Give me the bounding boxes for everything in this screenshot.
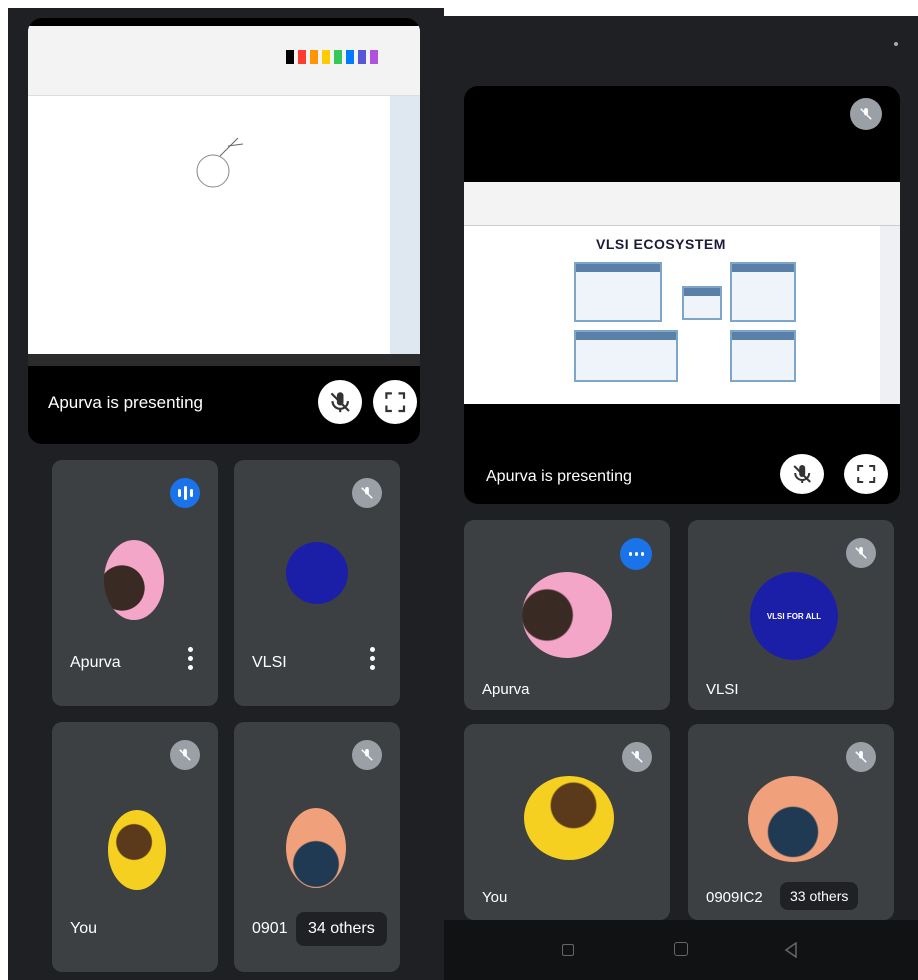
mic-off-icon (352, 740, 382, 770)
android-nav-bar (444, 920, 918, 980)
slide-box (682, 286, 722, 320)
mic-off-icon (330, 392, 350, 412)
participant-name: You (482, 889, 508, 906)
slide-title: VLSI ECOSYSTEM (596, 236, 726, 252)
fullscreen-icon (856, 465, 875, 483)
presentation-card[interactable]: Apurva is presenting (28, 18, 420, 444)
avatar (104, 540, 164, 620)
fullscreen-icon (385, 392, 405, 412)
fullscreen-button[interactable] (373, 380, 417, 424)
participant-tile-0909ic2[interactable]: 0909IC2 33 others (688, 724, 894, 920)
mute-presenter-button[interactable] (780, 454, 824, 494)
mic-off-icon (846, 538, 876, 568)
paint-toolbar (28, 26, 420, 96)
participant-name: 0909IC2 (706, 889, 763, 906)
participant-tile-vlsi[interactable]: VLSI FOR ALL VLSI (688, 520, 894, 710)
presenting-label: Apurva is presenting (486, 468, 632, 485)
avatar (108, 810, 166, 890)
others-chip[interactable]: 34 others (296, 912, 387, 946)
mic-off-icon (850, 98, 882, 130)
participant-name: VLSI (706, 681, 739, 698)
participant-tile-you[interactable]: You (52, 722, 218, 972)
vlsi-logo-avatar: VLSI FOR ALL (750, 572, 838, 660)
more-vert-icon[interactable] (188, 647, 194, 670)
left-meet-screen: Apurva is presenting Apurva VLSI You 090… (8, 8, 444, 980)
avatar (748, 776, 838, 862)
slide-box (574, 330, 678, 382)
participant-tile-apurva[interactable]: Apurva (52, 460, 218, 706)
slide-box (730, 262, 796, 322)
mic-off-icon (846, 742, 876, 772)
back-icon[interactable] (784, 942, 798, 958)
audio-level-icon (620, 538, 652, 570)
avatar (522, 572, 612, 658)
home-icon[interactable] (674, 942, 688, 956)
avatar (524, 776, 614, 860)
participant-tile-you[interactable]: You (464, 724, 670, 920)
participant-name: You (70, 920, 97, 937)
avatar (286, 808, 346, 888)
mic-off-icon (352, 478, 382, 508)
more-vert-icon[interactable] (370, 647, 376, 670)
mic-off-icon (793, 465, 811, 483)
slide-box (730, 330, 796, 382)
participant-tile-0901[interactable]: 0901 34 others (234, 722, 400, 972)
participant-tile-vlsi[interactable]: VLSI (234, 460, 400, 706)
slide-box (574, 262, 662, 322)
participant-name: Apurva (482, 681, 530, 698)
mic-off-icon (170, 740, 200, 770)
windows-taskbar (28, 354, 420, 366)
presentation-card[interactable]: VLSI ECOSYSTEM Apurva is presenting (464, 86, 900, 504)
participant-name: Apurva (70, 654, 121, 671)
avatar (286, 542, 348, 604)
mic-off-icon (622, 742, 652, 772)
shared-screen-slide: VLSI ECOSYSTEM (464, 182, 900, 404)
others-chip[interactable]: 33 others (780, 882, 859, 910)
presenting-label: Apurva is presenting (48, 393, 203, 412)
fullscreen-button[interactable] (844, 454, 888, 494)
shared-screen-paint (28, 26, 420, 366)
mute-presenter-button[interactable] (318, 380, 362, 424)
participant-tile-apurva[interactable]: Apurva (464, 520, 670, 710)
participant-name: 0901 (252, 920, 288, 937)
right-meet-screen: VLSI ECOSYSTEM Apurva is presenting Apur… (444, 16, 918, 980)
participant-name: VLSI (252, 654, 287, 671)
recents-icon[interactable] (562, 944, 574, 956)
vlsi-logo-text: VLSI FOR ALL (766, 611, 822, 621)
audio-level-icon (170, 478, 200, 508)
drawing-sketch (196, 137, 244, 188)
